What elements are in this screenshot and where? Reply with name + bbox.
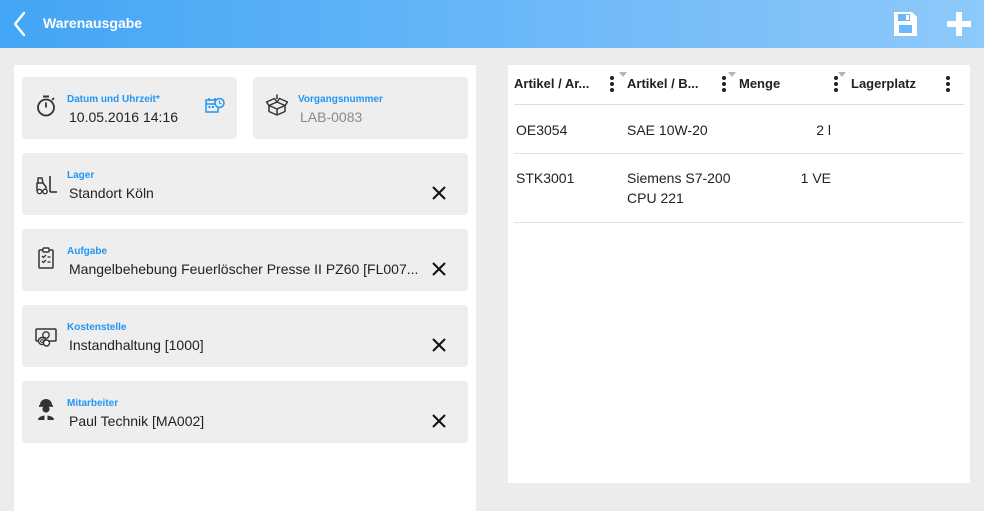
money-icon [35,328,57,347]
cell-menge: 1 VE [800,170,831,186]
lager-value: Standort Köln [69,185,154,201]
mitarbeiter-field[interactable]: Mitarbeiter Paul Technik [MA002] [22,381,468,443]
column-header-artikel-nummer[interactable]: Artikel / Ar... [514,76,589,91]
cell-artikel-nummer: OE3054 [516,122,568,138]
vorgangsnummer-value: LAB-0083 [300,109,363,125]
kostenstelle-field[interactable]: Kostenstelle Instandhaltung [1000] [22,305,468,367]
column-header-artikel-bezeichnung[interactable]: Artikel / B... [627,76,699,91]
calendar-clock-icon [205,97,225,113]
vorgangsnummer-label: Vorgangsnummer [298,94,383,105]
add-button[interactable] [944,9,974,39]
kostenstelle-label: Kostenstelle [67,322,127,333]
clear-lager-button[interactable] [430,184,448,202]
page-title: Warenausgabe [43,15,143,31]
column-sort-indicator [728,72,736,77]
close-icon [432,186,446,200]
clipboard-check-icon [38,247,54,269]
table-row[interactable]: OE3054 SAE 10W-20 2 l [514,105,964,154]
close-icon [432,262,446,276]
vertical-dots-icon [946,76,950,92]
cell-artikel-bezeichnung-line2: CPU 221 [627,190,684,206]
chevron-left-icon [13,11,26,37]
cell-menge: 2 l [816,122,831,138]
worker-icon [38,399,54,420]
back-button[interactable] [8,8,36,40]
kostenstelle-value: Instandhaltung [1000] [69,337,204,353]
plus-icon [947,12,971,36]
column-sort-indicator [619,72,627,77]
datetime-label: Datum und Uhrzeit* [67,94,160,105]
column-menu-button[interactable] [943,74,953,94]
items-table: Artikel / Ar... Artikel / B... Menge Lag… [508,65,970,483]
mitarbeiter-value: Paul Technik [MA002] [69,413,205,429]
aufgabe-value: Mangelbehebung Feuerlöscher Presse II PZ… [69,261,419,277]
lager-label: Lager [67,170,95,181]
aufgabe-field[interactable]: Aufgabe Mangelbehebung Feuerlöscher Pres… [22,229,468,291]
forklift-icon [36,176,57,195]
cell-artikel-bezeichnung: SAE 10W-20 [627,122,708,138]
close-icon [432,338,446,352]
clear-mitarbeiter-button[interactable] [430,412,448,430]
column-menu-button[interactable] [831,74,841,94]
aufgabe-label: Aufgabe [67,246,107,257]
datetime-field[interactable]: Datum und Uhrzeit* 10.05.2016 14:16 [22,77,237,139]
mitarbeiter-label: Mitarbeiter [67,398,119,409]
cell-artikel-bezeichnung: Siemens S7-200 [627,170,731,186]
column-menu-button[interactable] [607,74,617,94]
close-icon [432,414,446,428]
app-header: Warenausgabe [0,0,984,48]
open-box-icon [265,94,289,116]
datetime-value: 10.05.2016 14:16 [69,109,178,125]
cell-artikel-nummer: STK3001 [516,170,575,186]
vertical-dots-icon [610,76,614,92]
table-row[interactable]: STK3001 Siemens S7-200 CPU 221 1 VE [514,154,964,223]
vertical-dots-icon [722,76,726,92]
clear-kostenstelle-button[interactable] [430,336,448,354]
column-header-menge[interactable]: Menge [739,76,780,91]
form-panel: Datum und Uhrzeit* 10.05.2016 14:16 Vorg… [14,65,476,511]
calendar-button[interactable] [205,96,225,116]
floppy-disk-icon [894,12,917,36]
stopwatch-icon [37,95,55,117]
vorgangsnummer-field[interactable]: Vorgangsnummer LAB-0083 [253,77,468,139]
save-button[interactable] [890,9,920,39]
lager-field[interactable]: Lager Standort Köln [22,153,468,215]
column-header-lagerplatz[interactable]: Lagerplatz [851,76,916,91]
clear-aufgabe-button[interactable] [430,260,448,278]
column-menu-button[interactable] [719,74,729,94]
vertical-dots-icon [834,76,838,92]
